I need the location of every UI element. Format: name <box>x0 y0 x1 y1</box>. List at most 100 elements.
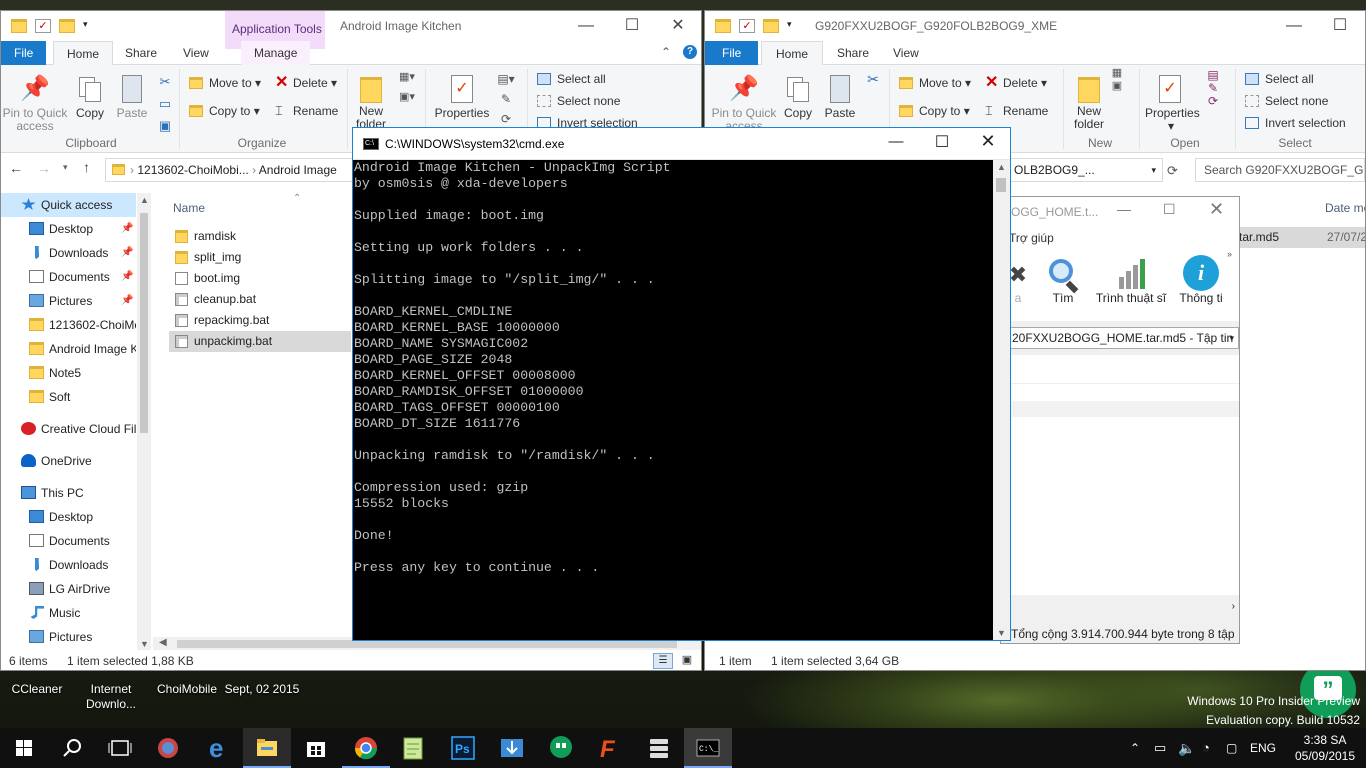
help-icon[interactable]: ? <box>683 45 697 59</box>
sidebar-item[interactable]: This PC <box>1 481 136 505</box>
open-icon[interactable]: ▤▾ ✎ ⟳ <box>493 69 519 129</box>
task-view-button[interactable] <box>96 728 144 768</box>
toolbar-wizard-button[interactable]: Trình thuật sĩ <box>1093 255 1169 305</box>
delete-button[interactable]: ✕ Delete ▾ <box>983 73 1047 93</box>
desktop-icon-ccleaner[interactable]: CCleaner <box>0 682 77 697</box>
properties-button[interactable]: ✓ Properties ▾ <box>1145 73 1200 133</box>
copy-button[interactable]: Copy <box>781 73 815 120</box>
delete-button[interactable]: ✕ Delete ▾ <box>273 73 337 93</box>
menu-help[interactable]: Trợ giúp <box>1001 227 1239 249</box>
minimize-button[interactable]: — <box>873 133 919 150</box>
minimize-button[interactable]: — <box>1117 201 1131 217</box>
paste-button[interactable]: Paste <box>115 73 149 120</box>
search-input[interactable]: Search G920FXXU2BOGF_G92... <box>1195 158 1365 182</box>
paste-button[interactable]: Paste <box>823 73 857 120</box>
cmd-taskbar-button[interactable]: C:\_ <box>684 728 732 768</box>
up-arrow-icon[interactable]: ↑ <box>83 159 90 175</box>
properties-quick-icon[interactable]: ✓ <box>35 19 51 33</box>
sidebar-item[interactable]: Downloads 📌 <box>1 241 136 265</box>
show-hidden-icons[interactable]: ⌃ <box>1130 728 1140 768</box>
clock[interactable]: 3:38 SA 05/09/2015 <box>1290 732 1360 764</box>
column-header-name[interactable]: Name <box>173 201 205 215</box>
sidebar-item[interactable]: Creative Cloud Fil <box>1 417 136 441</box>
open-icon[interactable]: ▤ ✎ ⟳ <box>1203 69 1223 108</box>
network-status-icon[interactable]: ▭ <box>1154 728 1166 768</box>
maximize-button[interactable]: ☐ <box>609 11 655 41</box>
new-item-icon[interactable]: ▦▾ ▣▾ <box>395 67 419 107</box>
sidebar-item[interactable]: Documents 📌 <box>1 265 136 289</box>
sidebar-item[interactable]: Note5 <box>1 361 136 385</box>
sidebar-item[interactable]: Android Image Ki <box>1 337 136 361</box>
maximize-button[interactable]: ☐ <box>1163 201 1176 218</box>
game-button[interactable]: F <box>586 728 634 768</box>
properties-button[interactable]: ✓ Properties <box>433 73 491 120</box>
search-button[interactable] <box>48 728 96 768</box>
maximize-button[interactable]: ☐ <box>1317 11 1363 41</box>
breadcrumb[interactable]: 1213602-ChoiMobi... <box>137 163 248 177</box>
horizontal-scrollbar[interactable]: › <box>1001 601 1239 617</box>
tab-file[interactable]: File <box>1 41 47 65</box>
hangouts-button[interactable] <box>537 728 585 768</box>
sidebar-item[interactable]: LG AirDrive <box>1 577 136 601</box>
title-bar[interactable]: ✓ ▾ Application Tools Android Image Kitc… <box>1 11 701 49</box>
recent-locations-icon[interactable]: ▾ <box>63 162 68 173</box>
copy-button[interactable]: Copy <box>73 73 107 120</box>
file-row[interactable]: repackimg.bat <box>169 310 351 331</box>
select-all-button[interactable]: Select all <box>537 69 606 89</box>
move-to-button[interactable]: Move to ▾ <box>899 73 971 93</box>
sidebar-item[interactable]: Music <box>1 601 136 625</box>
nav-scrollbar[interactable]: ▲ ▼ <box>137 193 151 651</box>
file-row[interactable]: unpackimg.bat <box>169 331 351 352</box>
tab-share[interactable]: Share <box>823 41 883 65</box>
collapse-ribbon-icon[interactable]: ⌃ <box>661 45 671 59</box>
notification-icon[interactable]: ▢ <box>1226 728 1237 768</box>
close-button[interactable]: ✕ <box>1209 199 1224 220</box>
photoshop-button[interactable]: Ps <box>439 728 487 768</box>
copy-to-button[interactable]: Copy to ▾ <box>899 101 970 121</box>
table-row[interactable]: tar.md5 27/07/2 <box>1239 227 1365 248</box>
sidebar-item[interactable]: 1213602-ChoiMobi <box>1 313 136 337</box>
tab-manage[interactable]: Manage <box>241 41 311 65</box>
app-button[interactable] <box>144 728 192 768</box>
vertical-scrollbar[interactable]: ▲ ▼ <box>993 160 1010 640</box>
breadcrumb[interactable]: Android Image <box>259 163 337 177</box>
sidebar-item[interactable]: Pictures <box>1 625 136 649</box>
list-item[interactable] <box>1001 383 1239 403</box>
sidebar-item[interactable]: Documents <box>1 529 136 553</box>
sidebar-item[interactable]: Desktop 📌 <box>1 217 136 241</box>
address-bar[interactable]: › 1213602-ChoiMobi... › Android Image <box>105 158 365 182</box>
file-row[interactable]: split_img <box>169 247 351 268</box>
start-button[interactable] <box>0 728 48 768</box>
back-arrow-icon[interactable]: ← <box>9 160 23 176</box>
new-folder-button[interactable]: New folder <box>349 73 393 131</box>
chrome-button[interactable] <box>342 728 390 768</box>
new-folder-quick-icon[interactable] <box>59 19 75 33</box>
edge-button[interactable]: e <box>195 728 243 768</box>
rename-button[interactable]: ⌶ Rename <box>983 101 1048 121</box>
tab-view[interactable]: View <box>171 41 221 65</box>
large-icons-view-icon[interactable]: ▣ <box>677 653 697 669</box>
pin-quick-access-button[interactable]: 📌 Pin to Quick access <box>709 73 779 133</box>
file-row[interactable]: ramdisk <box>169 226 351 247</box>
maximize-button[interactable]: ☐ <box>919 132 965 152</box>
language-indicator[interactable]: ENG <box>1250 728 1276 768</box>
chevron-down-icon[interactable]: ▾ <box>787 19 803 33</box>
refresh-icon[interactable]: ⟳ <box>1167 163 1178 179</box>
path-dropdown[interactable]: 20FXXU2BOGG_HOME.tar.md5 - Tập tin ▾ <box>1001 327 1239 349</box>
tab-file[interactable]: File <box>705 41 759 65</box>
tab-view[interactable]: View <box>879 41 933 65</box>
cut-icon[interactable]: ✂ ▭ ▣ <box>157 71 173 137</box>
cut-icon[interactable]: ✂ <box>865 72 881 86</box>
notepad-button[interactable] <box>390 728 438 768</box>
invert-selection-button[interactable]: Invert selection <box>1245 113 1346 133</box>
close-button[interactable]: ✕ <box>965 131 1011 152</box>
tab-home[interactable]: Home <box>53 41 114 65</box>
sidebar-item[interactable]: Desktop <box>1 505 136 529</box>
chevron-right-icon[interactable]: » <box>1227 249 1232 259</box>
sidebar-item[interactable]: Quick access <box>1 193 136 217</box>
minimize-button[interactable]: — <box>1271 11 1317 41</box>
list-item[interactable] <box>1001 401 1239 417</box>
title-bar[interactable]: ✓ ▾ G920FXXU2BOGF_G920FOLB2BOG9_XME — ☐ <box>705 11 1365 41</box>
download-manager-button[interactable] <box>488 728 536 768</box>
chevron-down-icon[interactable]: ▾ <box>83 19 99 33</box>
